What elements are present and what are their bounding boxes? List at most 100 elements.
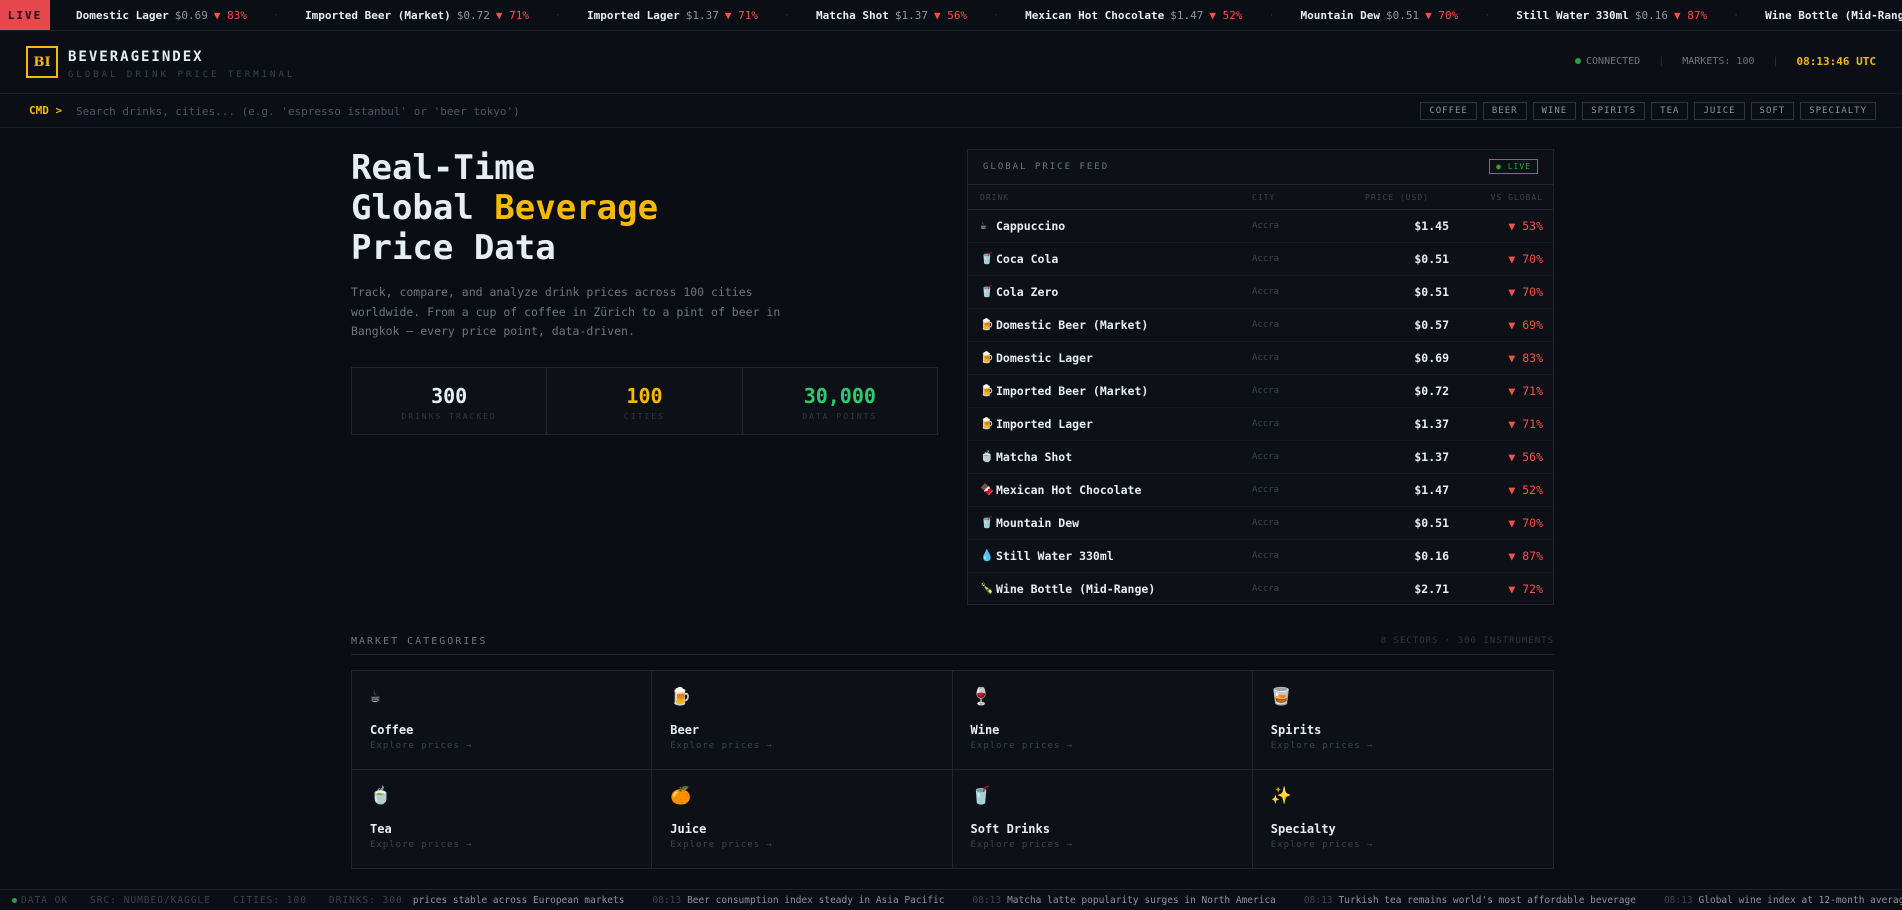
beer-icon: 🍺 [670,687,692,707]
beer-icon: 🍺 [980,318,994,331]
news-item[interactable]: 08:13 Beer consumption index steady in As… [652,895,944,906]
category-card-specialty[interactable]: ✨ Specialty Explore prices → [1253,770,1553,869]
source-label: SRC: NUMBEO/KAGGLE [90,894,211,906]
wine-glass-icon: 🍷 [970,687,992,707]
ticker-item[interactable]: Wine Bottle (Mid-Range) [1739,9,1902,22]
drink-name: Coca Cola [996,252,1059,266]
ticker-item[interactable]: Matcha Shot $1.37 ▼ 56% [790,9,993,22]
col-drink[interactable]: DRINK [980,193,1009,202]
category-name: Specialty [1270,821,1336,836]
markets-count: MARKETS: 100 [1682,56,1755,67]
ticker-change: ▼ 52% [1209,8,1243,22]
filter-chip-wine[interactable]: WINE [1532,102,1577,120]
city-name: Accra [1252,386,1280,396]
table-row[interactable]: 🍺 Imported Lager Accra $1.37 ▼ 71% [968,408,1553,441]
category-card-beer[interactable]: 🍺 Beer Explore prices → [652,671,953,770]
filter-chip-soft[interactable]: SOFT [1750,102,1795,120]
category-card-spirits[interactable]: 🥃 Spirits Explore prices → [1252,671,1553,770]
ticker-item[interactable]: Mexican Hot Chocolate $1.47 ▼ 52% [999,9,1268,22]
category-card-juice[interactable]: 🍊 Juice Explore prices → [652,769,953,868]
category-filter-chips: COFFEE BEER WINE SPIRITS TEA JUICE SOFT SPECIAL… [1420,102,1876,120]
price-usd: $0.16 [1414,549,1449,563]
table-row[interactable]: 🍺 Domestic Lager Accra $0.69 ▼ 83% [968,342,1553,375]
filter-chip-tea[interactable]: TEA [1651,102,1689,120]
stat-value: 300 [431,384,468,408]
feed-rows: ☕ Cappuccino Accra $1.45 ▼ 53% 🥤 Coca Cola Accr… [968,210,1553,606]
table-row[interactable]: 💧 Still Water 330ml Accra $0.16 ▼ 87% [968,540,1553,573]
category-card-coffee[interactable]: ☕ Coffee Explore prices → [352,671,653,770]
explore-prices-link[interactable]: Explore prices → [971,840,1074,850]
category-card-wine[interactable]: 🍷 Wine Explore prices → [952,671,1253,770]
table-row[interactable]: 🥤 Coca Cola Accra $0.51 ▼ 70% [968,243,1553,276]
vs-global-change: ▼ 70% [1508,516,1543,530]
stat-value: 30,000 [803,384,876,408]
ticker-item[interactable]: Still Water 330ml $0.16 ▼ 87% [1490,9,1733,22]
ticker-item[interactable]: Imported Lager $1.37 ▼ 71% [561,9,784,22]
filter-chip-specialty[interactable]: SPECIALTY [1800,102,1876,120]
city-name: Accra [1252,419,1280,429]
status-footer: DATA OK SRC: NUMBEO/KAGGLE CITIES: 100 D… [0,889,1902,910]
col-city[interactable]: CITY [1252,193,1275,202]
logo[interactable]: BI [26,46,58,78]
category-card-soft-drinks[interactable]: 🥤 Soft Drinks Explore prices → [953,769,1253,868]
drink-name: Domestic Lager [996,351,1093,365]
ticker-item[interactable]: Imported Beer (Market) $0.72 ▼ 71% [279,9,555,22]
filter-chip-beer[interactable]: BEER [1482,102,1527,120]
explore-prices-link[interactable]: Explore prices → [370,840,473,850]
whiskey-glass-icon: 🥃 [1270,687,1292,707]
news-text: Matcha latte popularity surges in North … [1007,894,1276,906]
table-row[interactable]: 🍫 Mexican Hot Chocolate Accra $1.47 ▼ 52% [968,474,1553,507]
ticker-change: ▼ 71% [724,8,758,22]
news-item[interactable]: 08:13 Turkish tea remains world's most af… [1304,895,1636,906]
explore-prices-link[interactable]: Explore prices → [971,741,1074,751]
col-vs-global[interactable]: VS GLOBAL [1491,193,1543,202]
feed-column-headers: DRINK CITY PRICE (USD) VS GLOBAL [968,185,1553,210]
category-name: Tea [370,821,392,836]
explore-prices-link[interactable]: Explore prices → [670,840,773,850]
stat-label: DATA POINTS [802,412,878,421]
table-row[interactable]: ☕ Cappuccino Accra $1.45 ▼ 53% [968,210,1553,243]
city-name: Accra [1252,221,1280,231]
wine-bottle-icon: 🍾 [980,582,994,595]
ticker-drink-name: Domestic Lager [76,8,169,22]
drink-name: Cappuccino [996,219,1066,233]
ticker-price: $0.72 [456,8,490,22]
vs-global-change: ▼ 70% [1508,285,1543,299]
price-usd: $0.69 [1414,351,1449,365]
explore-prices-link[interactable]: Explore prices → [370,741,473,751]
cup-icon: 🥤 [980,285,994,298]
news-time: 08:13 [972,894,1002,906]
table-row[interactable]: 🍾 Wine Bottle (Mid-Range) Accra $2.71 ▼ 72% [968,573,1553,606]
filter-chip-spirits[interactable]: SPIRITS [1582,102,1646,120]
filter-chip-coffee[interactable]: COFFEE [1420,102,1477,120]
ticker-change: ▼ 56% [933,8,968,22]
category-card-tea[interactable]: 🍵 Tea Explore prices → [352,769,653,868]
ticker-item[interactable]: Domestic Lager $0.69 ▼ 83% [50,9,273,22]
table-row[interactable]: 🥤 Cola Zero Accra $0.51 ▼ 70% [968,276,1553,309]
stats-panel: 300 DRINKS TRACKED 100 CITIES 30,000 DATA POI… [351,367,938,435]
table-row[interactable]: 🍺 Domestic Beer (Market) Accra $0.57 ▼ 69% [968,309,1553,342]
col-price[interactable]: PRICE (USD) [1365,193,1429,202]
ticker-item[interactable]: Mountain Dew $0.51 ▼ 70% [1274,9,1484,22]
live-indicator: ● LIVE [1489,159,1538,174]
hero-title-line-2-prefix: Global [351,188,495,228]
cup-icon: 🥤 [970,785,992,806]
filter-chip-juice[interactable]: JUICE [1694,102,1745,120]
stat-card: 100 CITIES [547,368,743,434]
news-ticker: prices stable across European markets 08:… [413,895,1902,906]
city-name: Accra [1252,452,1280,462]
search-input[interactable] [76,100,676,122]
explore-prices-link[interactable]: Explore prices → [1271,840,1374,850]
table-row[interactable]: 🥤 Mountain Dew Accra $0.51 ▼ 70% [968,507,1553,540]
explore-prices-link[interactable]: Explore prices → [670,741,773,751]
table-row[interactable]: 🍵 Matcha Shot Accra $1.37 ▼ 56% [968,441,1553,474]
city-name: Accra [1252,287,1280,297]
table-row[interactable]: 🍺 Imported Beer (Market) Accra $0.72 ▼ 71% [968,375,1553,408]
news-item[interactable]: 08:13 Global wine index at 12-month avera… [1664,895,1902,906]
orange-icon: 🍊 [670,785,692,806]
explore-prices-link[interactable]: Explore prices → [1271,741,1374,751]
ticker-price: $0.69 [174,8,208,22]
news-item[interactable]: 08:13 Matcha latte popularity surges in N… [972,895,1275,906]
ticker-price: $0.51 [1385,8,1420,22]
news-item[interactable]: prices stable across European markets [413,895,625,906]
